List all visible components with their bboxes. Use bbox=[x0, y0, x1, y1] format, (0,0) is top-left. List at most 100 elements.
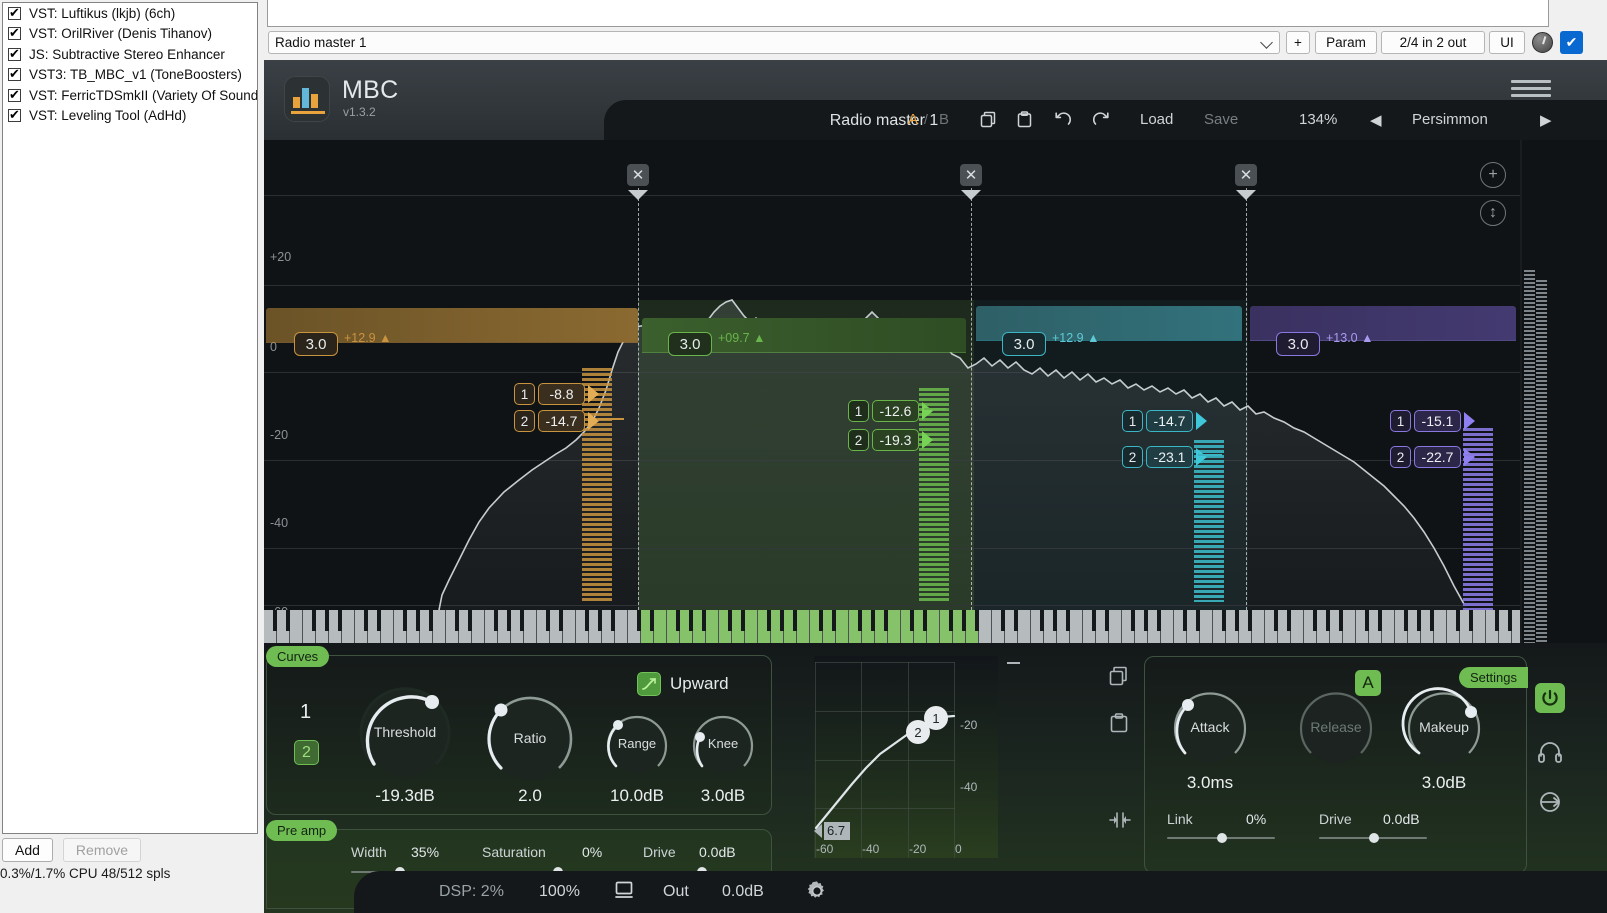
piano-white-key[interactable] bbox=[836, 610, 849, 643]
piano-white-key[interactable] bbox=[615, 610, 628, 643]
paste-band-icon[interactable] bbox=[1109, 713, 1129, 738]
fx-list[interactable]: VST: Luftikus (lkjb) (6ch) VST: OrilRive… bbox=[2, 2, 258, 834]
band-threshold-4-1[interactable]: 1 -15.1 bbox=[1390, 410, 1475, 432]
preamp-tag[interactable]: Pre amp bbox=[266, 820, 338, 841]
redo-icon[interactable] bbox=[1092, 111, 1110, 133]
save-preset-button[interactable]: Save bbox=[1204, 111, 1238, 128]
piano-white-key[interactable] bbox=[927, 610, 940, 643]
wet-dry-knob[interactable] bbox=[1532, 32, 1553, 53]
piano-white-key[interactable] bbox=[706, 610, 719, 643]
listen-band-button[interactable]: ↕ bbox=[1480, 200, 1506, 226]
piano-white-key[interactable] bbox=[1018, 610, 1031, 643]
threshold-value[interactable]: -19.3 bbox=[872, 429, 919, 451]
band-gain-value-2[interactable]: 3.0 bbox=[668, 332, 712, 356]
mirror-bands-icon[interactable] bbox=[1109, 811, 1131, 834]
curve-band-1-selector[interactable]: 1 bbox=[300, 701, 311, 724]
band-split-line-2[interactable] bbox=[971, 188, 972, 610]
threshold-value[interactable]: -23.1 bbox=[1146, 446, 1193, 468]
band-threshold-1-1[interactable]: 1 -8.8 bbox=[514, 383, 599, 405]
piano-white-key[interactable] bbox=[654, 610, 667, 643]
curve-band-2-selector[interactable]: 2 bbox=[294, 740, 319, 765]
drive-slider-handle[interactable] bbox=[1369, 833, 1379, 843]
preset-combobox[interactable]: Radio master 1 bbox=[268, 31, 1280, 54]
piano-white-key[interactable] bbox=[1200, 610, 1213, 643]
fx-enabled-checkbox[interactable] bbox=[8, 25, 21, 41]
remove-fx-button[interactable]: Remove bbox=[62, 838, 142, 862]
ratio-knob[interactable]: Ratio bbox=[480, 689, 580, 789]
bypass-enable-checkbox[interactable]: ✔ bbox=[1560, 31, 1583, 54]
band-gain-value-3[interactable]: 3.0 bbox=[1002, 332, 1046, 356]
band-threshold-2-2[interactable]: 2 -19.3 bbox=[848, 429, 933, 451]
gear-icon[interactable] bbox=[806, 880, 828, 907]
piano-white-key[interactable] bbox=[1252, 610, 1265, 643]
close-icon[interactable]: ✕ bbox=[1235, 164, 1257, 186]
scale-value[interactable]: 100% bbox=[539, 883, 580, 901]
out-value[interactable]: 0.0dB bbox=[722, 883, 764, 901]
copy-icon[interactable] bbox=[980, 111, 997, 132]
io-button[interactable]: 2/4 in 2 out bbox=[1381, 31, 1485, 54]
fx-enabled-checkbox[interactable] bbox=[8, 5, 21, 20]
next-theme-button[interactable]: ▶ bbox=[1540, 111, 1552, 129]
threshold-value[interactable]: -14.7 bbox=[538, 410, 585, 432]
list-item[interactable]: JS: Subtractive Stereo Enhancer bbox=[3, 44, 257, 65]
piano-white-key[interactable] bbox=[797, 610, 810, 643]
headphones-icon[interactable] bbox=[1538, 741, 1562, 768]
add-fx-button[interactable]: Add bbox=[2, 838, 53, 862]
ab-state-b-button[interactable]: B bbox=[939, 111, 949, 128]
undo-icon[interactable] bbox=[1054, 111, 1072, 133]
piano-white-key[interactable] bbox=[433, 610, 446, 643]
power-toggle-button[interactable] bbox=[1535, 683, 1565, 713]
add-band-button[interactable]: + bbox=[1480, 162, 1506, 188]
zoom-level-value[interactable]: 134% bbox=[1299, 111, 1337, 128]
menu-icon[interactable] bbox=[1511, 80, 1551, 97]
piano-white-key[interactable] bbox=[1382, 610, 1395, 643]
list-item[interactable]: VST: Leveling Tool (AdHd) bbox=[3, 106, 257, 127]
piano-white-key[interactable] bbox=[290, 610, 303, 643]
piano-white-key[interactable] bbox=[1109, 610, 1122, 643]
curves-tag[interactable]: Curves bbox=[266, 646, 330, 667]
curve-node-1[interactable]: 1 bbox=[924, 706, 948, 730]
band-threshold-3-2[interactable]: 2 -23.1 bbox=[1122, 446, 1207, 468]
threshold-value[interactable]: -22.7 bbox=[1414, 446, 1461, 468]
makeup-knob[interactable]: Makeup bbox=[1401, 685, 1487, 771]
close-icon[interactable]: ✕ bbox=[960, 164, 982, 186]
piano-white-key[interactable] bbox=[1343, 610, 1356, 643]
piano-white-key[interactable] bbox=[563, 610, 576, 643]
display-icon[interactable] bbox=[614, 881, 634, 904]
load-preset-button[interactable]: Load bbox=[1140, 111, 1173, 128]
threshold-value[interactable]: -8.8 bbox=[538, 383, 585, 405]
release-knob[interactable]: Release bbox=[1293, 685, 1379, 771]
fx-enabled-checkbox[interactable] bbox=[8, 66, 21, 82]
ui-button[interactable]: UI bbox=[1489, 31, 1525, 54]
piano-white-key[interactable] bbox=[1070, 610, 1083, 643]
piano-white-key[interactable] bbox=[342, 610, 355, 643]
band-threshold-3-1[interactable]: 1 -14.7 bbox=[1122, 410, 1207, 432]
list-item[interactable]: VST3: TB_MBC_v1 (ToneBoosters) bbox=[3, 65, 257, 86]
link-slider-handle[interactable] bbox=[1217, 833, 1227, 843]
upward-toggle[interactable] bbox=[637, 672, 661, 696]
list-item[interactable]: VST: OrilRiver (Denis Tihanov) bbox=[3, 24, 257, 45]
band-threshold-2-1[interactable]: 1 -12.6 bbox=[848, 400, 933, 422]
sidechain-icon[interactable] bbox=[1538, 791, 1562, 818]
piano-white-key[interactable] bbox=[1291, 610, 1304, 643]
band-split-handle-2[interactable] bbox=[961, 190, 981, 200]
theme-name-value[interactable]: Persimmon bbox=[1412, 111, 1488, 128]
piano-white-key[interactable] bbox=[745, 610, 758, 643]
knee-knob[interactable]: Knee bbox=[687, 709, 759, 781]
fx-enabled-checkbox[interactable] bbox=[8, 46, 21, 61]
range-knob[interactable]: Range bbox=[601, 709, 673, 781]
band-split-handle-1[interactable] bbox=[628, 190, 648, 200]
list-item[interactable]: VST: Luftikus (lkjb) (6ch) bbox=[3, 3, 257, 24]
ab-state-a-button[interactable]: A bbox=[908, 111, 918, 128]
band-threshold-4-2[interactable]: 2 -22.7 bbox=[1390, 446, 1475, 468]
copy-band-icon[interactable] bbox=[1109, 666, 1129, 691]
curve-threshold-marker[interactable]: 6.7 bbox=[814, 822, 851, 840]
transfer-curve-graph[interactable]: 2 1 -20 -40 -60 -40 -20 0 6.7 bbox=[814, 656, 1020, 858]
fx-enabled-checkbox[interactable] bbox=[8, 107, 21, 123]
spectrum-analyzer[interactable]: +20 0 -20 -40 -60 3.0 +12.9 ▲ bbox=[264, 140, 1520, 610]
close-icon[interactable]: ✕ bbox=[627, 164, 649, 186]
param-button[interactable]: Param bbox=[1315, 31, 1377, 54]
piano-white-key[interactable] bbox=[381, 610, 394, 643]
piano-white-key[interactable] bbox=[1473, 610, 1486, 643]
fx-enabled-checkbox[interactable] bbox=[8, 87, 21, 102]
